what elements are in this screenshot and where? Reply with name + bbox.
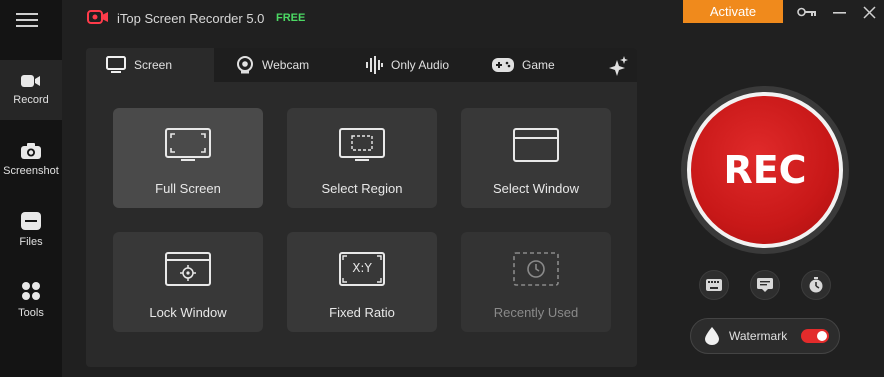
sidebar-item-label: Files (19, 236, 43, 248)
select-window-icon (513, 128, 559, 162)
sidebar-item-label: Screenshot (3, 165, 59, 177)
card-label: Lock Window (149, 305, 227, 320)
app-logo-icon (87, 10, 108, 24)
free-badge: FREE (276, 12, 306, 24)
sidebar-item-label: Record (13, 94, 49, 106)
history-icon (513, 252, 559, 286)
select-window-card[interactable]: Select Window (461, 108, 611, 208)
full-screen-icon (165, 128, 211, 161)
fixed-ratio-card[interactable]: X:Y Fixed Ratio (287, 232, 437, 332)
webcam-icon (237, 56, 253, 74)
timer-button[interactable] (801, 270, 831, 300)
tab-label: Screen (134, 58, 173, 72)
audio-wave-icon (366, 56, 383, 74)
select-region-icon (339, 128, 385, 161)
tab-only-audio[interactable]: Only Audio (365, 48, 449, 82)
tab-label: Only Audio (391, 58, 450, 72)
sidebar-item-label: Tools (18, 307, 44, 319)
tab-game[interactable]: Game (492, 48, 555, 82)
card-label: Fixed Ratio (329, 305, 395, 320)
tab-screen[interactable]: Screen (86, 48, 214, 82)
video-camera-icon (21, 75, 40, 87)
water-drop-icon (705, 327, 719, 345)
card-label: Full Screen (155, 181, 221, 196)
watermark-toggle[interactable]: Watermark (690, 318, 840, 354)
full-screen-card[interactable]: Full Screen (113, 108, 263, 208)
sidebar-item-screenshot[interactable]: Screenshot (0, 130, 62, 190)
sidebar-item-files[interactable]: Files (0, 200, 62, 260)
tab-label: Game (522, 58, 555, 72)
minimize-icon[interactable] (833, 12, 846, 14)
activate-button[interactable]: Activate (683, 0, 783, 23)
card-label: Recently Used (493, 305, 579, 320)
app-title: iTop Screen Recorder 5.0 (117, 11, 265, 26)
folder-icon (21, 212, 41, 230)
annotation-button[interactable] (750, 270, 780, 300)
rec-button-ring: REC (681, 86, 849, 254)
tab-webcam[interactable]: Webcam (236, 48, 309, 82)
keyboard-icon (706, 279, 722, 291)
watermark-switch[interactable] (801, 329, 829, 343)
sidebar: Record Screenshot Files Tools (0, 0, 62, 377)
monitor-icon (106, 56, 126, 73)
recently-used-card[interactable]: Recently Used (461, 232, 611, 332)
rec-button[interactable]: REC (687, 92, 843, 248)
close-icon[interactable] (863, 6, 876, 19)
grid-icon (22, 282, 40, 300)
camera-icon (21, 143, 41, 159)
key-icon[interactable] (797, 7, 817, 17)
tab-label: Webcam (262, 58, 310, 72)
watermark-label: Watermark (729, 329, 788, 343)
ratio-badge: X:Y (352, 261, 372, 275)
annotation-icon (757, 278, 773, 292)
gamepad-icon (492, 58, 514, 72)
card-label: Select Window (493, 181, 579, 196)
lock-window-icon (165, 252, 211, 286)
menu-icon[interactable] (16, 10, 38, 28)
timer-icon (809, 277, 823, 293)
lock-window-card[interactable]: Lock Window (113, 232, 263, 332)
select-region-card[interactable]: Select Region (287, 108, 437, 208)
sparkle-icon[interactable] (609, 56, 629, 76)
card-label: Select Region (321, 181, 403, 196)
sidebar-item-record[interactable]: Record (0, 60, 62, 120)
sidebar-item-tools[interactable]: Tools (0, 270, 62, 330)
keyboard-button[interactable] (699, 270, 729, 300)
